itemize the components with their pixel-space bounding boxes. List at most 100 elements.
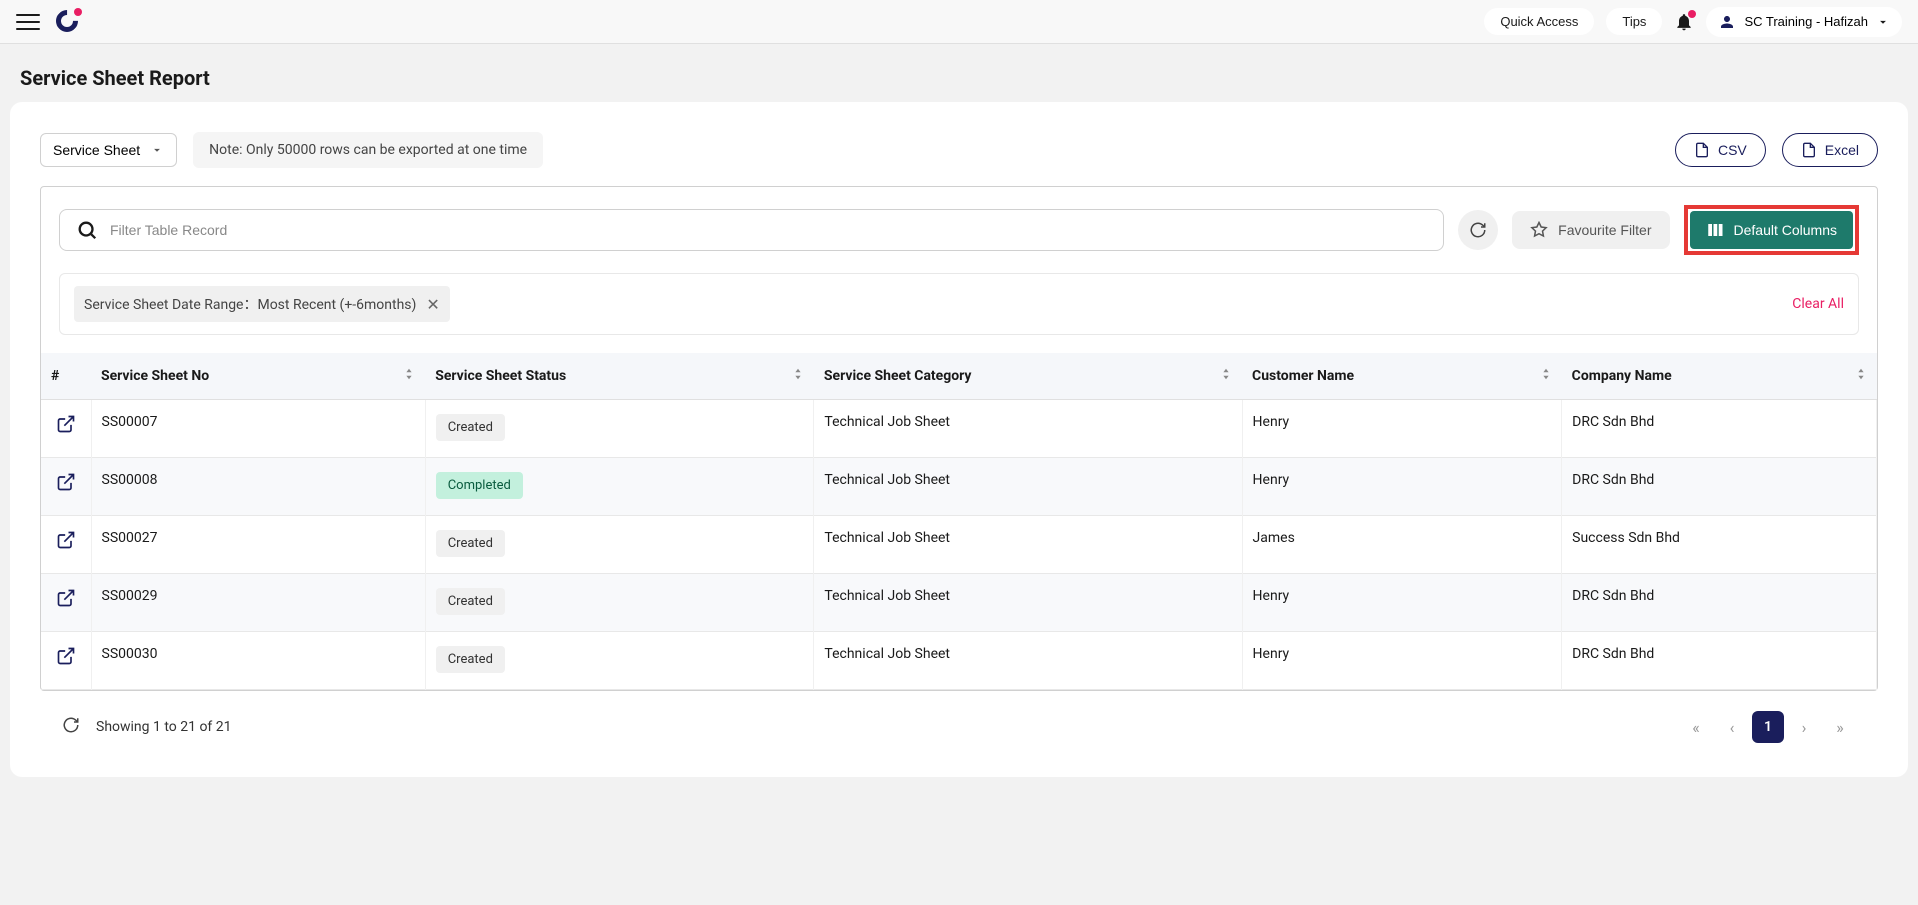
cell-category: Technical Job Sheet: [814, 632, 1242, 690]
refresh-icon: [1469, 221, 1487, 239]
filter-bar: Favourite Filter Default Columns: [41, 187, 1877, 273]
col-status[interactable]: Service Sheet Status: [425, 353, 814, 400]
page-prev-icon[interactable]: ‹: [1716, 711, 1748, 743]
cell-status: Created: [425, 516, 814, 574]
filter-chip-row: Service Sheet Date Range：Most Recent (+-…: [59, 273, 1859, 335]
cell-service-sheet-no: SS00027: [91, 516, 425, 574]
cell-customer: James: [1242, 516, 1562, 574]
hamburger-menu-icon[interactable]: [16, 10, 40, 34]
cell-category: Technical Job Sheet: [814, 400, 1242, 458]
status-badge: Created: [436, 530, 505, 557]
chevron-down-icon: [150, 143, 164, 157]
col-service-sheet-no[interactable]: Service Sheet No: [91, 353, 425, 400]
cell-status: Created: [425, 632, 814, 690]
default-columns-button[interactable]: Default Columns: [1690, 211, 1854, 249]
table-row: SS00008 Completed Technical Job SheetHenry…: [41, 458, 1877, 516]
page-last-icon[interactable]: »: [1824, 711, 1856, 743]
pagination-controls: « ‹ 1 › »: [1680, 711, 1856, 743]
pagination-bar: Showing 1 to 21 of 21 « ‹ 1 › »: [40, 691, 1878, 747]
table-row: SS00007 Created Technical Job SheetHenryDR…: [41, 400, 1877, 458]
filter-chip[interactable]: Service Sheet Date Range：Most Recent (+-…: [74, 286, 450, 322]
search-wrapper: [59, 209, 1444, 251]
sort-icon: [1855, 367, 1867, 385]
cell-company: DRC Sdn Bhd: [1562, 574, 1877, 632]
cell-service-sheet-no: SS00029: [91, 574, 425, 632]
cell-service-sheet-no: SS00007: [91, 400, 425, 458]
table-row: SS00030 Created Technical Job SheetHenryDR…: [41, 632, 1877, 690]
cell-category: Technical Job Sheet: [814, 574, 1242, 632]
status-badge: Created: [436, 414, 505, 441]
topbar: Quick Access Tips SC Training - Hafizah: [0, 0, 1918, 44]
cell-category: Technical Job Sheet: [814, 458, 1242, 516]
status-badge: Created: [436, 646, 505, 673]
sort-icon: [1540, 367, 1552, 385]
cell-status: Created: [425, 574, 814, 632]
dropdown-label: Service Sheet: [53, 142, 140, 158]
table-row: SS00027CreatedTechnical Job SheetJamesSu…: [41, 516, 1877, 574]
quick-access-button[interactable]: Quick Access: [1484, 8, 1594, 35]
cell-service-sheet-no: SS00030: [91, 632, 425, 690]
app-logo[interactable]: [56, 10, 80, 34]
search-icon: [76, 219, 98, 241]
cell-customer: Henry: [1242, 400, 1562, 458]
default-columns-label: Default Columns: [1734, 222, 1838, 238]
cell-service-sheet-no: SS00008: [91, 458, 425, 516]
refresh-icon[interactable]: [62, 716, 80, 738]
chip-close-icon[interactable]: ✕: [426, 295, 439, 314]
sort-icon: [792, 367, 804, 385]
favourite-filter-button[interactable]: Favourite Filter: [1512, 211, 1669, 249]
open-row-icon[interactable]: [56, 538, 76, 554]
col-category[interactable]: Service Sheet Category: [814, 353, 1242, 400]
cell-status: Completed: [425, 458, 814, 516]
open-row-icon[interactable]: [56, 654, 76, 670]
file-icon: [1801, 142, 1817, 158]
table-row: SS00029CreatedTechnical Job SheetHenryDR…: [41, 574, 1877, 632]
star-icon: [1530, 221, 1548, 239]
cell-customer: Henry: [1242, 632, 1562, 690]
pagination-info: Showing 1 to 21 of 21: [96, 719, 232, 735]
col-hash: #: [41, 353, 91, 400]
search-input[interactable]: [110, 222, 1427, 238]
user-label: SC Training - Hafizah: [1744, 14, 1868, 29]
sort-icon: [403, 367, 415, 385]
cell-status: Created: [425, 400, 814, 458]
tips-button[interactable]: Tips: [1606, 8, 1662, 35]
status-badge: Completed: [436, 472, 523, 499]
report-card: Service Sheet Note: Only 50000 rows can …: [10, 102, 1908, 777]
open-row-icon[interactable]: [56, 596, 76, 612]
export-excel-button[interactable]: Excel: [1782, 133, 1878, 167]
cell-company: DRC Sdn Bhd: [1562, 458, 1877, 516]
chip-text: Service Sheet Date Range：Most Recent (+-…: [84, 294, 416, 314]
cell-company: DRC Sdn Bhd: [1562, 400, 1877, 458]
sort-icon: [1220, 367, 1232, 385]
columns-icon: [1706, 221, 1724, 239]
col-customer[interactable]: Customer Name: [1242, 353, 1562, 400]
col-company[interactable]: Company Name: [1562, 353, 1877, 400]
page-current[interactable]: 1: [1752, 711, 1784, 743]
user-menu-button[interactable]: SC Training - Hafizah: [1706, 7, 1902, 37]
topbar-right: Quick Access Tips SC Training - Hafizah: [1484, 7, 1902, 37]
export-csv-button[interactable]: CSV: [1675, 133, 1766, 167]
refresh-filter-button[interactable]: [1458, 210, 1498, 250]
open-row-icon[interactable]: [56, 422, 76, 438]
cell-customer: Henry: [1242, 574, 1562, 632]
notifications-icon[interactable]: [1674, 12, 1694, 32]
favourite-label: Favourite Filter: [1558, 222, 1651, 238]
cell-company: Success Sdn Bhd: [1562, 516, 1877, 574]
clear-all-link[interactable]: Clear All: [1792, 296, 1844, 312]
page-next-icon[interactable]: ›: [1788, 711, 1820, 743]
page-title: Service Sheet Report: [0, 44, 1918, 102]
excel-label: Excel: [1825, 142, 1859, 158]
chevron-down-icon: [1876, 15, 1890, 29]
service-sheet-dropdown[interactable]: Service Sheet: [40, 133, 177, 167]
export-note: Note: Only 50000 rows can be exported at…: [193, 132, 543, 168]
data-table: # Service Sheet No Service Sheet Status …: [41, 353, 1877, 690]
open-row-icon[interactable]: [56, 480, 76, 496]
table-wrapper: Favourite Filter Default Columns Service…: [40, 186, 1878, 691]
cell-company: DRC Sdn Bhd: [1562, 632, 1877, 690]
cell-customer: Henry: [1242, 458, 1562, 516]
card-toolbar: Service Sheet Note: Only 50000 rows can …: [40, 132, 1878, 168]
page-first-icon[interactable]: «: [1680, 711, 1712, 743]
file-icon: [1694, 142, 1710, 158]
user-icon: [1718, 13, 1736, 31]
